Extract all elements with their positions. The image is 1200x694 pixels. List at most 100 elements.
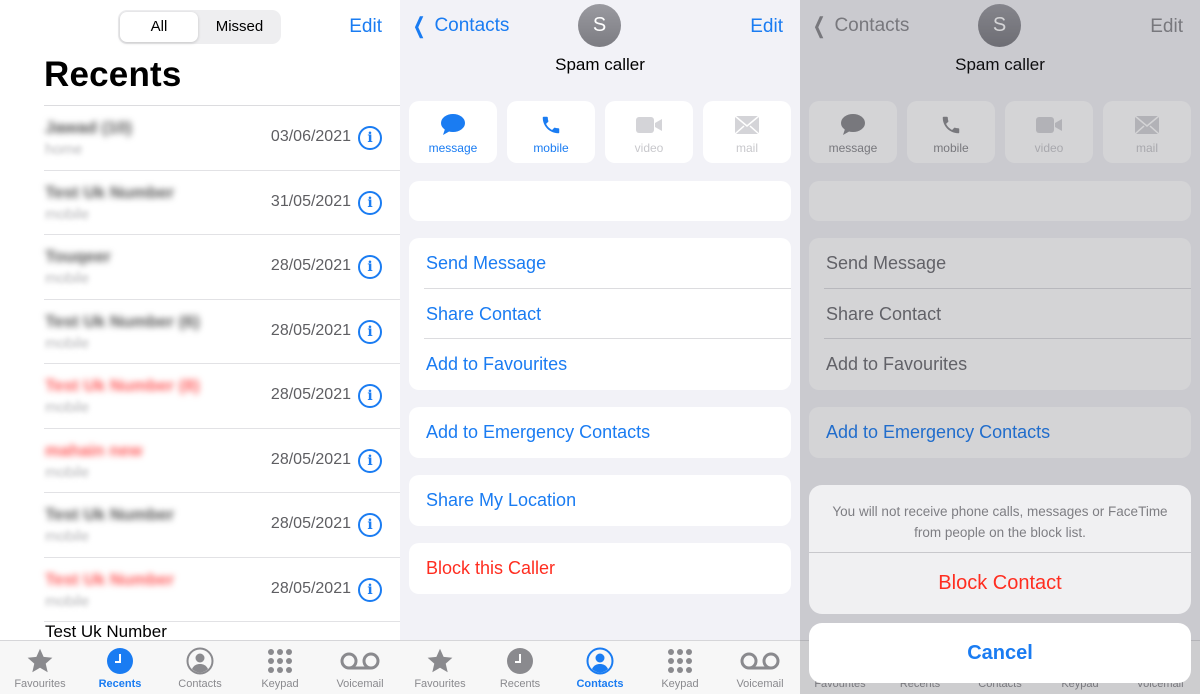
recent-call-row-missed[interactable]: mahain new mobile 28/05/2021 i	[0, 429, 400, 494]
caller-name: mahain new	[45, 440, 143, 460]
block-contact-button[interactable]: Block Contact	[809, 553, 1191, 614]
recents-list: Jawad (10) home 03/06/2021 i Test Uk Num…	[0, 106, 400, 687]
recents-filter-segmented-control: All Missed	[118, 10, 281, 44]
phone-icon	[540, 112, 562, 138]
tab-label: Voicemail	[336, 678, 384, 690]
call-type: mobile	[45, 592, 90, 610]
caller-name: Test Uk Number	[45, 569, 175, 589]
info-icon[interactable]: i	[358, 126, 382, 150]
segment-missed[interactable]: Missed	[200, 12, 279, 42]
edit-button[interactable]: Edit	[750, 16, 783, 38]
caller-name: Test Uk Number	[45, 505, 175, 524]
tab-keypad[interactable]: Keypad	[240, 641, 320, 694]
tab-voicemail[interactable]: Voicemail	[320, 641, 400, 694]
info-icon[interactable]: i	[358, 513, 382, 537]
call-type: mobile	[45, 270, 90, 287]
tab-voicemail[interactable]: Voicemail	[720, 641, 800, 694]
back-button[interactable]: ❮ Contacts	[410, 13, 510, 39]
share-contact-row[interactable]: Share Contact	[409, 289, 791, 340]
action-label: message	[428, 141, 478, 155]
recent-call-row[interactable]: Jawad (10) home 03/06/2021 i	[0, 106, 400, 171]
recent-call-row-missed[interactable]: Test Uk Number mobile 28/05/2021 i	[0, 558, 400, 623]
call-date: 28/05/2021	[270, 257, 351, 274]
action-label: mobile	[533, 141, 569, 155]
add-to-favourites-row[interactable]: Add to Favourites	[409, 339, 791, 390]
keypad-icon	[666, 646, 694, 676]
mail-action-button[interactable]: mail	[703, 101, 791, 163]
call-type: mobile	[45, 205, 90, 223]
info-icon[interactable]: i	[358, 190, 382, 215]
info-icon[interactable]: i	[358, 255, 382, 279]
caller-name: Test Uk Number	[45, 622, 167, 641]
tab-bar: Favourites Recents Contacts Keypad Voice…	[400, 640, 800, 694]
tab-label: Contacts	[576, 678, 624, 690]
call-type: mobile	[45, 334, 90, 352]
call-date: 28/05/2021	[270, 579, 351, 597]
caller-name: Touqeer	[45, 247, 111, 266]
phone-number-card[interactable]	[409, 181, 791, 221]
page-title: Recents	[44, 55, 182, 94]
tab-favourites[interactable]: Favourites	[0, 641, 80, 694]
tab-favourites[interactable]: Favourites	[400, 641, 480, 694]
tab-label: Recents	[98, 678, 142, 690]
contact-detail-screen: ❮ Contacts S Edit Spam caller message mo…	[400, 0, 800, 694]
avatar: S	[578, 4, 621, 47]
tab-contacts[interactable]: Contacts	[160, 641, 240, 694]
call-date: 03/06/2021	[270, 128, 351, 145]
person-circle-icon	[186, 646, 214, 676]
info-icon[interactable]: i	[358, 448, 382, 473]
tab-contacts[interactable]: Contacts	[560, 641, 640, 694]
recent-call-row[interactable]: Test Uk Number mobile 31/05/2021 i	[0, 171, 400, 236]
quick-actions: message mobile video mail	[409, 101, 791, 163]
call-date: 31/05/2021	[270, 192, 351, 210]
caller-name: Test Uk Number (8)	[45, 376, 200, 395]
video-action-button[interactable]: video	[605, 101, 693, 163]
send-message-row[interactable]: Send Message	[409, 238, 791, 289]
contact-actions-group: Send Message Share Contact Add to Favour…	[409, 238, 791, 390]
video-camera-icon	[635, 112, 663, 138]
chevron-left-icon: ❮	[412, 13, 426, 38]
tab-keypad[interactable]: Keypad	[640, 641, 720, 694]
caller-name: Test Uk Number (6)	[45, 311, 200, 331]
call-type: mobile	[45, 399, 90, 416]
back-label: Contacts	[434, 15, 510, 36]
emergency-group: Add to Emergency Contacts	[409, 407, 791, 458]
tab-label: Keypad	[661, 678, 699, 690]
add-to-emergency-contacts-row[interactable]: Add to Emergency Contacts	[409, 407, 791, 458]
info-icon[interactable]: i	[358, 577, 382, 602]
star-icon	[25, 646, 55, 676]
contact-name: Spam caller	[555, 55, 645, 74]
call-date: 28/05/2021	[270, 386, 351, 403]
segment-all[interactable]: All	[120, 12, 198, 42]
info-icon[interactable]: i	[358, 319, 382, 344]
call-type: home	[45, 141, 83, 158]
caller-name: Jawad (10)	[45, 118, 132, 137]
block-this-caller-row[interactable]: Block this Caller	[409, 543, 791, 594]
tab-label: Keypad	[261, 678, 299, 690]
recent-call-row[interactable]: Test Uk Number mobile 28/05/2021 i	[0, 493, 400, 558]
call-date: 28/05/2021	[270, 321, 351, 339]
cancel-button[interactable]: Cancel	[809, 623, 1191, 683]
edit-button[interactable]: Edit	[349, 16, 382, 38]
message-action-button[interactable]: message	[409, 101, 497, 163]
info-icon[interactable]: i	[358, 384, 382, 408]
recent-call-row[interactable]: Touqeer mobile 28/05/2021 i	[0, 235, 400, 300]
keypad-icon	[266, 646, 294, 676]
tab-recents[interactable]: Recents	[480, 641, 560, 694]
tab-label: Favourites	[14, 678, 66, 690]
action-label: mail	[735, 141, 758, 155]
tab-label: Voicemail	[736, 678, 784, 690]
action-sheet-message: You will not receive phone calls, messag…	[809, 485, 1191, 553]
recent-call-row-missed[interactable]: Test Uk Number (8) mobile 28/05/2021 i	[0, 364, 400, 429]
tab-label: Recents	[499, 678, 541, 690]
star-icon	[425, 646, 455, 676]
block-action-sheet: You will not receive phone calls, messag…	[809, 485, 1191, 614]
tab-label: Contacts	[178, 678, 222, 690]
call-mobile-action-button[interactable]: mobile	[507, 101, 595, 163]
tab-label: Favourites	[414, 678, 466, 690]
clock-icon	[106, 646, 134, 676]
share-my-location-row[interactable]: Share My Location	[409, 475, 791, 526]
clock-icon	[506, 646, 534, 676]
tab-recents[interactable]: Recents	[80, 641, 160, 694]
recent-call-row[interactable]: Test Uk Number (6) mobile 28/05/2021 i	[0, 300, 400, 365]
